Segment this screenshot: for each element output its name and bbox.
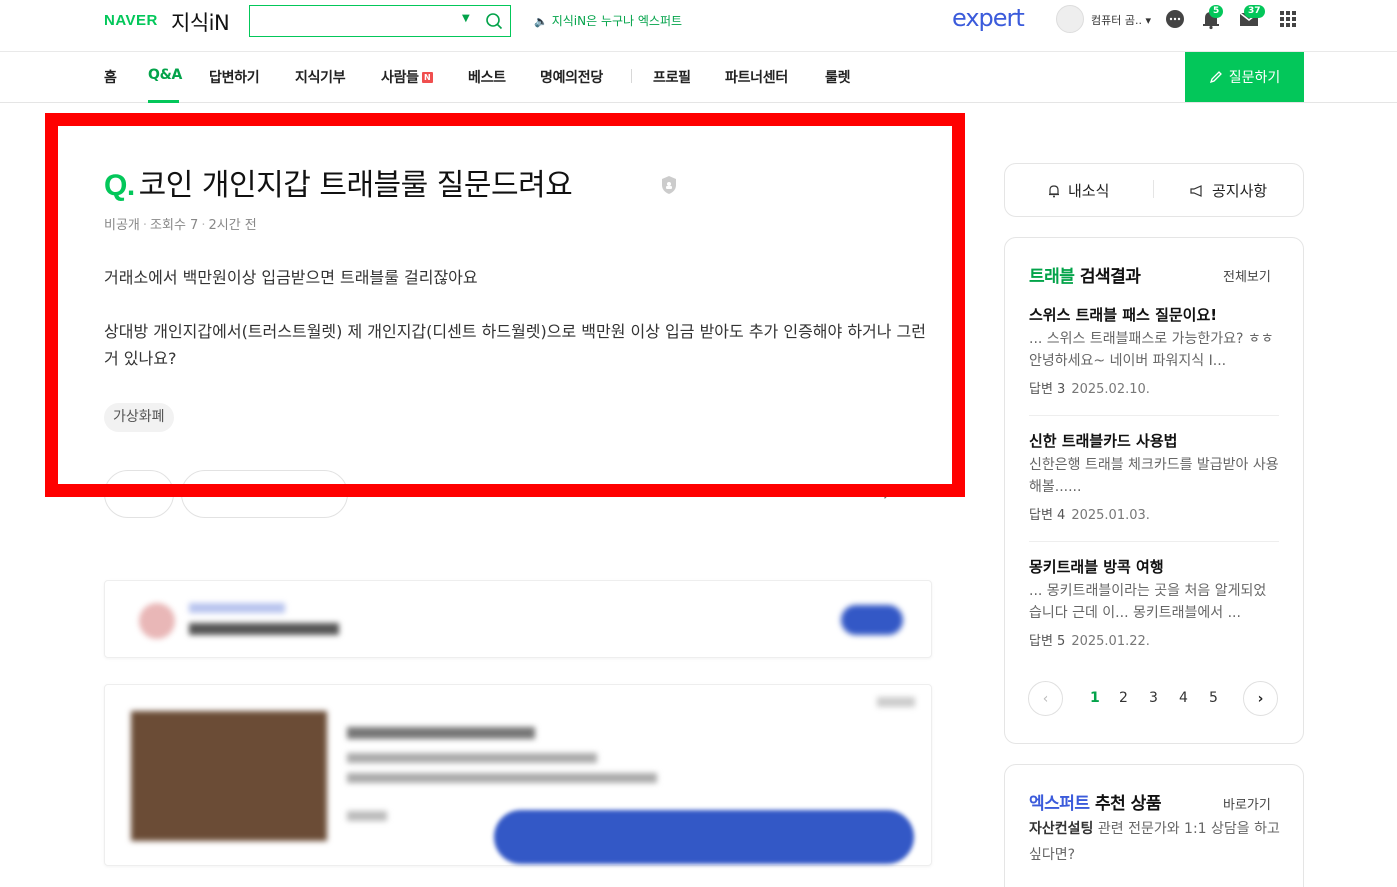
nav-divider (631, 69, 632, 83)
nav-people-label: 사람들 (381, 70, 419, 86)
search-result-item[interactable]: 스위스 트래블 패스 질문이요! ... 스위스 트래블패스로 가능한가요? ㅎ… (1029, 304, 1279, 397)
chevron-left-icon: ‹ (1042, 690, 1049, 707)
blurred-ad-title (347, 727, 535, 739)
result-meta: 답변 4 2025.01.03. (1029, 504, 1279, 523)
go-link[interactable]: 바로가기 (1223, 794, 1271, 813)
pager-next-button[interactable]: › (1243, 681, 1278, 716)
search-box: ▼ (249, 5, 511, 37)
search-icon[interactable] (484, 11, 504, 31)
blurred-name (189, 603, 285, 613)
chevron-right-icon: › (1257, 690, 1264, 707)
nav-donate[interactable]: 지식기부 (295, 67, 346, 87)
blurred-ad-line (347, 753, 597, 763)
split-divider (1153, 180, 1154, 198)
search-results-heading: 트래블 검색결과 (1029, 262, 1141, 287)
notice-button[interactable]: 공지사항 (1189, 180, 1267, 201)
ask-question-button[interactable]: 질문하기 (1185, 52, 1304, 102)
result-snippet: ... 몽키트래블이라는 곳을 처음 알게되었습니다 근데 이... 몽키트래블… (1029, 583, 1267, 621)
nav-qa[interactable]: Q&A (148, 67, 182, 83)
pencil-icon (1209, 71, 1222, 84)
kin-logo[interactable]: 지식iN (171, 7, 230, 37)
pager-page[interactable]: 2 (1119, 690, 1128, 706)
result-meta: 답변 3 2025.02.10. (1029, 378, 1279, 397)
username-menu[interactable]: 컴퓨터 곰.. ▾ (1091, 12, 1151, 28)
blurred-profile-card[interactable] (104, 580, 932, 658)
result-date: 2025.02.10. (1071, 382, 1150, 397)
view-all-link[interactable]: 전체보기 (1223, 266, 1271, 285)
blurred-ad-line (347, 773, 657, 783)
alarm-badge: 5 (1209, 5, 1224, 18)
expert-logo[interactable]: expert (952, 4, 1025, 32)
avatar[interactable] (1056, 5, 1084, 33)
result-snippet: ... 스위스 트래블패스로 가능한가요? ㅎㅎ 안녕하세요~ 네이버 파워지식… (1029, 331, 1274, 369)
chat-icon[interactable] (1164, 8, 1186, 30)
expert-category: 자산컨설팅 (1029, 821, 1094, 837)
notice-link[interactable]: 🔈 지식iN은 누구나 엑스퍼트 (534, 12, 682, 29)
notice-label: 공지사항 (1212, 182, 1268, 200)
result-title: 몽키트래블 방콕 여행 (1029, 558, 1164, 576)
highlight-frame (45, 113, 965, 497)
blurred-answer-button[interactable] (494, 810, 914, 864)
blurred-ad-label (877, 697, 915, 707)
search-input[interactable] (256, 10, 456, 32)
nav-hall-of-fame[interactable]: 명예의전당 (540, 67, 603, 87)
speaker-icon: 🔈 (534, 15, 548, 28)
blurred-ad-image (131, 711, 327, 841)
notice-text: 지식iN은 누구나 엑스퍼트 (551, 14, 683, 28)
pager-prev-button[interactable]: ‹ (1028, 681, 1063, 716)
my-news-label: 내소식 (1068, 182, 1110, 200)
pager-page[interactable]: 4 (1179, 690, 1188, 706)
mail-badge: 37 (1244, 5, 1265, 18)
expert-heading-suffix: 추천 상품 (1089, 794, 1162, 814)
nav-best[interactable]: 베스트 (468, 67, 506, 87)
expert-heading: 엑스퍼트 추천 상품 (1029, 789, 1161, 814)
search-result-item[interactable]: 몽키트래블 방콕 여행 ... 몽키트래블이라는 곳을 처음 알게되었습니다 근… (1029, 556, 1279, 649)
bell-outline-icon (1049, 184, 1059, 197)
username: 컴퓨터 곰.. (1091, 14, 1142, 27)
expert-description[interactable]: 자산컨설팅 관련 전문가와 1:1 상담을 하고 싶다면? (1029, 816, 1284, 868)
expert-keyword: 엑스퍼트 (1029, 794, 1090, 814)
result-answers: 답변 5 (1029, 634, 1066, 649)
megaphone-icon (1190, 184, 1202, 197)
search-dropdown-icon[interactable]: ▼ (462, 13, 470, 24)
nav-profile[interactable]: 프로필 (653, 67, 691, 87)
result-snippet: 신한은행 트래블 체크카드를 발급받아 사용해볼...... (1029, 457, 1279, 495)
result-date: 2025.01.22. (1071, 634, 1150, 649)
search-keyword: 트래블 (1029, 267, 1075, 287)
nav-roulette[interactable]: 룰렛 (825, 67, 850, 87)
nav-partner-center[interactable]: 파트너센터 (725, 67, 788, 87)
result-divider (1029, 415, 1279, 416)
pager-page[interactable]: 1 (1090, 690, 1100, 706)
ask-question-label: 질문하기 (1228, 69, 1281, 85)
nav-home[interactable]: 홈 (104, 67, 117, 87)
blurred-button[interactable] (841, 605, 903, 635)
main-nav: 홈 Q&A 답변하기 지식기부 사람들 N 베스트 명예의전당 프로필 파트너센터… (0, 52, 1397, 103)
pager-page[interactable]: 3 (1149, 690, 1158, 706)
naver-logo[interactable]: NAVER (104, 12, 158, 29)
search-heading-suffix: 검색결과 (1074, 267, 1141, 287)
result-divider (1029, 541, 1279, 542)
result-answers: 답변 4 (1029, 508, 1066, 523)
blurred-text (189, 623, 339, 635)
blurred-ad-meta (347, 811, 387, 821)
result-title: 신한 트래블카드 사용법 (1029, 432, 1178, 450)
my-news-button[interactable]: 내소식 (1046, 180, 1109, 201)
result-meta: 답변 5 2025.01.22. (1029, 630, 1279, 649)
pager-page[interactable]: 5 (1209, 690, 1218, 706)
nav-people[interactable]: 사람들 N (381, 67, 433, 87)
new-badge: N (421, 72, 433, 83)
search-result-item[interactable]: 신한 트래블카드 사용법 신한은행 트래블 체크카드를 발급받아 사용해볼...… (1029, 430, 1279, 523)
top-header: NAVER 지식iN ▼ 🔈 지식iN은 누구나 엑스퍼트 expert 컴퓨터 … (0, 0, 1397, 52)
nav-active-underline (148, 100, 179, 103)
result-date: 2025.01.03. (1071, 508, 1150, 523)
result-answers: 답변 3 (1029, 382, 1066, 397)
result-title: 스위스 트래블 패스 질문이요! (1029, 306, 1218, 324)
blurred-avatar (139, 603, 175, 639)
nav-answer[interactable]: 답변하기 (209, 67, 260, 87)
apps-grid-icon[interactable] (1277, 8, 1299, 30)
